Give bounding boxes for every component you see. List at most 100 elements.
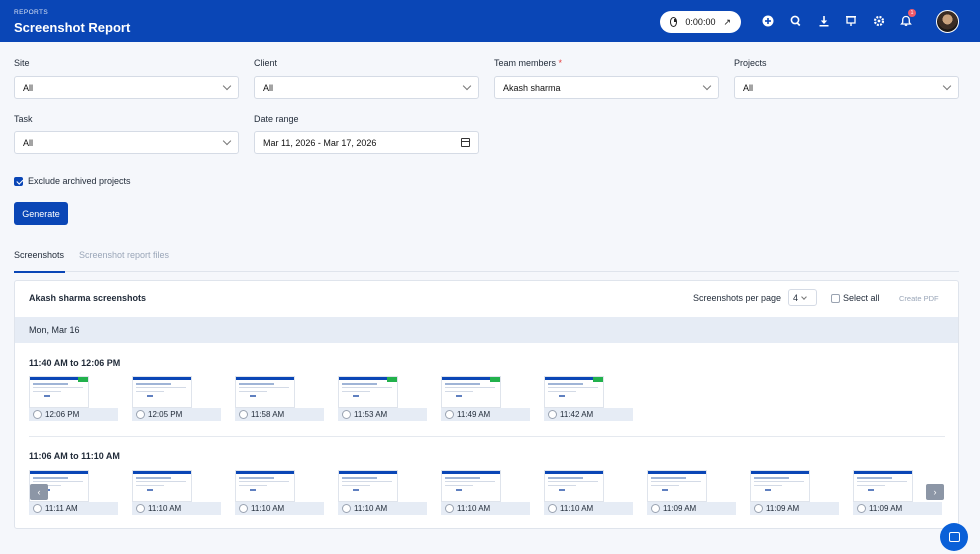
screenshot-checkbox[interactable]: [857, 504, 866, 513]
screenshot-card[interactable]: 12:05 PM: [132, 376, 221, 421]
select-all-label: Select all: [843, 293, 880, 303]
download-icon[interactable]: [817, 14, 831, 28]
thumb-line: [136, 383, 171, 385]
projects-select[interactable]: All: [734, 76, 959, 99]
date-range-input[interactable]: Mar 11, 2026 - Mar 17, 2026: [254, 131, 479, 154]
screenshot-card[interactable]: 12:06 PM: [29, 376, 118, 421]
screenshot-thumbnail[interactable]: [441, 470, 501, 502]
screenshot-thumbnail[interactable]: [235, 376, 295, 408]
screenshot-thumbnail[interactable]: [544, 376, 604, 408]
thumb-header: [236, 377, 294, 380]
screenshot-thumbnail[interactable]: [338, 376, 398, 408]
screenshot-thumbnail[interactable]: [441, 376, 501, 408]
exclude-archived-row[interactable]: Exclude archived projects: [14, 176, 131, 186]
tab-screenshot-report-files[interactable]: Screenshot report files: [79, 250, 169, 260]
screenshot-thumbnail[interactable]: [132, 470, 192, 502]
thumb-line: [445, 391, 473, 392]
screenshot-checkbox[interactable]: [342, 410, 351, 419]
select-all[interactable]: Select all: [831, 293, 880, 303]
chat-launcher[interactable]: [940, 523, 968, 551]
screenshot-time: 11:42 AM: [560, 410, 594, 419]
screenshot-thumbnail[interactable]: [29, 376, 89, 408]
screenshot-thumbnail[interactable]: [544, 470, 604, 502]
screenshot-card[interactable]: 11:10 AM: [441, 470, 530, 515]
thumb-line: [445, 387, 495, 388]
select-all-checkbox[interactable]: [831, 293, 840, 303]
screenshot-thumbnail[interactable]: [338, 470, 398, 502]
thumb-line: [754, 481, 804, 482]
client-select[interactable]: All: [254, 76, 479, 99]
screenshot-card[interactable]: 11:10 AM: [235, 470, 324, 515]
screenshot-checkbox[interactable]: [342, 504, 351, 513]
screenshot-card[interactable]: 11:10 AM: [338, 470, 427, 515]
thumb-line: [342, 477, 377, 479]
thumb-line: [456, 395, 462, 397]
screenshot-checkbox[interactable]: [651, 504, 660, 513]
thumb-line: [239, 477, 274, 479]
screenshot-checkbox[interactable]: [136, 410, 145, 419]
screenshot-time: 11:10 AM: [354, 504, 388, 513]
screenshot-thumbnail[interactable]: [132, 376, 192, 408]
active-tab-indicator: [14, 271, 65, 273]
screenshot-checkbox[interactable]: [239, 504, 248, 513]
screenshot-card[interactable]: 11:42 AM: [544, 376, 633, 421]
thumb-header: [133, 471, 191, 474]
next-arrow-button[interactable]: ›: [926, 484, 944, 500]
screenshot-caption: 11:58 AM: [235, 408, 324, 421]
team-members-select[interactable]: Akash sharma: [494, 76, 719, 99]
thumb-line: [239, 383, 274, 385]
screenshot-checkbox[interactable]: [136, 504, 145, 513]
screenshot-card[interactable]: 11:49 AM: [441, 376, 530, 421]
team-members-value: Akash sharma: [503, 82, 561, 93]
screenshot-checkbox[interactable]: [754, 504, 763, 513]
thumb-header: [236, 471, 294, 474]
thumb-line: [239, 485, 267, 486]
per-page-select[interactable]: 4: [788, 289, 817, 306]
screenshot-card[interactable]: 11:09 AM: [750, 470, 839, 515]
screenshot-card[interactable]: 11:53 AM: [338, 376, 427, 421]
create-pdf-button[interactable]: Create PDF: [899, 294, 939, 303]
thumb-line: [33, 477, 68, 479]
site-select[interactable]: All: [14, 76, 239, 99]
search-icon[interactable]: [789, 14, 803, 28]
plus-circle-icon[interactable]: [761, 14, 775, 28]
thumb-line: [342, 383, 377, 385]
task-select[interactable]: All: [14, 131, 239, 154]
screenshot-checkbox[interactable]: [239, 410, 248, 419]
projects-label: Projects: [734, 58, 767, 68]
presentation-icon[interactable]: [844, 14, 858, 28]
screenshot-time: 11:10 AM: [560, 504, 594, 513]
stopwatch-icon: [670, 17, 678, 27]
screenshot-card[interactable]: 11:10 AM: [544, 470, 633, 515]
screenshot-caption: 11:10 AM: [544, 502, 633, 515]
screenshot-card[interactable]: 11:10 AM: [132, 470, 221, 515]
generate-button[interactable]: Generate: [14, 202, 68, 225]
screenshot-thumbnail[interactable]: [647, 470, 707, 502]
exclude-archived-checkbox[interactable]: [14, 176, 23, 186]
screenshot-checkbox[interactable]: [33, 410, 42, 419]
avatar[interactable]: [936, 10, 959, 33]
task-label: Task: [14, 114, 33, 124]
screenshot-checkbox[interactable]: [548, 504, 557, 513]
screenshots-panel: Akash sharma screenshots Screenshots per…: [14, 280, 959, 529]
timer-widget[interactable]: 0:00:00 ↗: [660, 11, 741, 33]
expand-arrow-icon[interactable]: ↗: [723, 17, 731, 28]
screenshot-thumbnail[interactable]: [750, 470, 810, 502]
thumb-header: [133, 377, 191, 380]
screenshot-card[interactable]: 11:09 AM: [647, 470, 736, 515]
screenshot-thumbnail[interactable]: [235, 470, 295, 502]
thumb-header: [854, 471, 912, 474]
thumb-line: [548, 391, 576, 392]
gear-icon[interactable]: [872, 14, 886, 28]
chevron-down-icon: [222, 136, 232, 146]
screenshot-card[interactable]: 11:58 AM: [235, 376, 324, 421]
screenshot-checkbox[interactable]: [445, 504, 454, 513]
tab-screenshots[interactable]: Screenshots: [14, 250, 64, 260]
screenshot-thumbnail[interactable]: [853, 470, 913, 502]
calendar-icon[interactable]: [461, 138, 470, 147]
prev-arrow-button[interactable]: ‹: [30, 484, 48, 500]
screenshot-checkbox[interactable]: [33, 504, 42, 513]
thumb-line: [239, 391, 267, 392]
screenshot-checkbox[interactable]: [548, 410, 557, 419]
screenshot-checkbox[interactable]: [445, 410, 454, 419]
